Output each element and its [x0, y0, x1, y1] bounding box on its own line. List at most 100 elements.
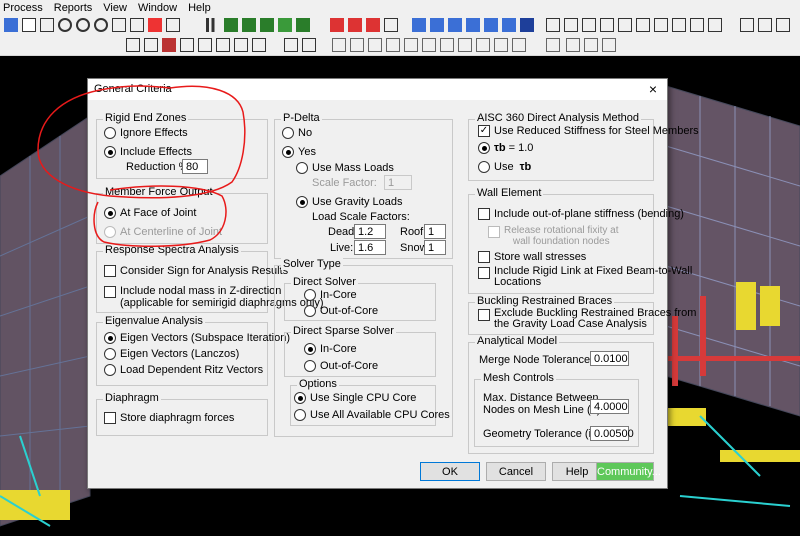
mass-loads-radio[interactable]: Use Mass Loads: [296, 162, 394, 174]
pan-icon[interactable]: [112, 18, 126, 32]
zoom-icon[interactable]: [58, 18, 72, 32]
walls-icon[interactable]: [260, 18, 274, 32]
tool-b-icon[interactable]: [564, 18, 578, 32]
rotate-icon[interactable]: [130, 18, 144, 32]
member-tool-7-icon[interactable]: [440, 38, 454, 52]
member-tool-3-icon[interactable]: [368, 38, 382, 52]
member-tool-11-icon[interactable]: [512, 38, 526, 52]
ok-button[interactable]: OK: [420, 462, 480, 481]
edit-tool-8-icon[interactable]: [252, 38, 266, 52]
community-button[interactable]: Community...: [596, 462, 661, 481]
member-tool-8-icon[interactable]: [458, 38, 472, 52]
member-tool-13-icon[interactable]: [584, 38, 598, 52]
geometry-tolerance-input[interactable]: 0.00500: [590, 426, 634, 441]
direct-incore-radio[interactable]: In-Core: [304, 289, 357, 301]
face-icon[interactable]: [148, 18, 162, 32]
member-tool-10-icon[interactable]: [494, 38, 508, 52]
loads-icon[interactable]: [296, 18, 310, 32]
edit-tool-6-icon[interactable]: [216, 38, 230, 52]
blue-tool-6-icon[interactable]: [520, 18, 534, 32]
store-diaphragm-checkbox[interactable]: Store diaphragm forces: [104, 412, 234, 424]
zoom-out-icon[interactable]: [76, 18, 90, 32]
tau-use-radio[interactable]: Use τb: [478, 161, 531, 173]
consider-sign-checkbox[interactable]: Consider Sign for Analysis Results: [104, 265, 288, 277]
tool-h-icon[interactable]: [672, 18, 686, 32]
tool-d-icon[interactable]: [600, 18, 614, 32]
menu-help[interactable]: Help: [185, 2, 219, 14]
snow-input[interactable]: 1: [424, 240, 446, 255]
scale-factor-input[interactable]: 1: [384, 175, 412, 190]
merge-tolerance-input[interactable]: 0.0100: [590, 351, 629, 366]
tool-c-icon[interactable]: [582, 18, 596, 32]
edit-tool-5-icon[interactable]: [198, 38, 212, 52]
edit-tool-9-icon[interactable]: [284, 38, 298, 52]
columns-icon[interactable]: [206, 18, 220, 32]
dead-input[interactable]: 1.2: [354, 224, 386, 239]
live-input[interactable]: 1.6: [354, 240, 386, 255]
blue-tool-3-icon[interactable]: [448, 18, 462, 32]
sparse-outcore-radio[interactable]: Out-of-Core: [304, 360, 378, 372]
reduction-input[interactable]: 80: [182, 159, 208, 174]
ritz-radio[interactable]: Load Dependent Ritz Vectors: [104, 364, 263, 376]
edit-tool-2-icon[interactable]: [144, 38, 158, 52]
red-tool-3-icon[interactable]: [366, 18, 380, 32]
edit-tool-4-icon[interactable]: [180, 38, 194, 52]
red-tool-2-icon[interactable]: [348, 18, 362, 32]
member-tool-1-icon[interactable]: [332, 38, 346, 52]
menu-view[interactable]: View: [100, 2, 135, 14]
menu-reports[interactable]: Reports: [51, 2, 101, 14]
select-tool-icon[interactable]: [4, 18, 18, 32]
red-tool-1-icon[interactable]: [330, 18, 344, 32]
ignore-effects-radio[interactable]: Ignore Effects: [104, 127, 188, 139]
tau-one-radio[interactable]: τb = 1.0: [478, 142, 533, 154]
edit-tool-1-icon[interactable]: [126, 38, 140, 52]
zoom-window-icon[interactable]: [94, 18, 108, 32]
direct-outcore-radio[interactable]: Out-of-Core: [304, 305, 378, 317]
blue-tool-5-icon[interactable]: [502, 18, 516, 32]
store-wall-stresses-checkbox[interactable]: Store wall stresses: [478, 251, 586, 263]
tool-m-icon[interactable]: [776, 18, 790, 32]
pdelta-no-radio[interactable]: No: [282, 127, 312, 139]
cancel-button[interactable]: Cancel: [486, 462, 546, 481]
roof-input[interactable]: 1: [424, 224, 446, 239]
model-icon[interactable]: [166, 18, 180, 32]
gravity-loads-radio[interactable]: Use Gravity Loads: [296, 196, 402, 208]
blue-tool-4-icon[interactable]: [466, 18, 480, 32]
menu-window[interactable]: Window: [135, 2, 185, 14]
exclude-braces-checkbox[interactable]: Exclude Buckling Restrained Braces from t…: [478, 308, 696, 330]
tool-j-icon[interactable]: [708, 18, 722, 32]
rigid-link-checkbox[interactable]: Include Rigid Link at Fixed Beam-to-Wall…: [478, 266, 692, 288]
edit-tool-7-icon[interactable]: [234, 38, 248, 52]
tool-l-icon[interactable]: [758, 18, 772, 32]
include-effects-radio[interactable]: Include Effects: [104, 146, 192, 158]
menu-process[interactable]: Process: [0, 2, 51, 14]
member-tool-2-icon[interactable]: [350, 38, 364, 52]
help-button[interactable]: Help: [552, 462, 602, 481]
triangle-icon[interactable]: [384, 18, 398, 32]
move-tool-icon[interactable]: [22, 18, 36, 32]
reduced-stiffness-checkbox[interactable]: ✓ Use Reduced Stiffness for Steel Members: [478, 125, 699, 137]
box-select-icon[interactable]: [40, 18, 54, 32]
tool-k-icon[interactable]: [740, 18, 754, 32]
edit-tool-10-icon[interactable]: [302, 38, 316, 52]
release-fixity-checkbox[interactable]: Release rotational fixity at wall foundat…: [488, 225, 619, 247]
all-cores-radio[interactable]: Use All Available CPU Cores: [294, 409, 450, 421]
blue-tool-1-icon[interactable]: [412, 18, 426, 32]
edit-tool-3-icon[interactable]: [162, 38, 176, 52]
member-tool-14-icon[interactable]: [602, 38, 616, 52]
foundation-icon[interactable]: [278, 18, 292, 32]
blue-tool-2-icon[interactable]: [430, 18, 444, 32]
member-tool-12-icon[interactable]: [566, 38, 580, 52]
member-tool-9-icon[interactable]: [476, 38, 490, 52]
braces-icon[interactable]: [242, 18, 256, 32]
tool-i-icon[interactable]: [690, 18, 704, 32]
subspace-radio[interactable]: Eigen Vectors (Subspace Iteration): [104, 332, 290, 344]
pdelta-yes-radio[interactable]: Yes: [282, 146, 316, 158]
tool-a-icon[interactable]: [546, 18, 560, 32]
grid-icon[interactable]: [484, 18, 498, 32]
sparse-incore-radio[interactable]: In-Core: [304, 343, 357, 355]
max-distance-input[interactable]: 4.0000: [590, 399, 629, 414]
member-tool-4-icon[interactable]: [386, 38, 400, 52]
tool-g-icon[interactable]: [654, 18, 668, 32]
close-icon[interactable]: ×: [649, 81, 657, 97]
